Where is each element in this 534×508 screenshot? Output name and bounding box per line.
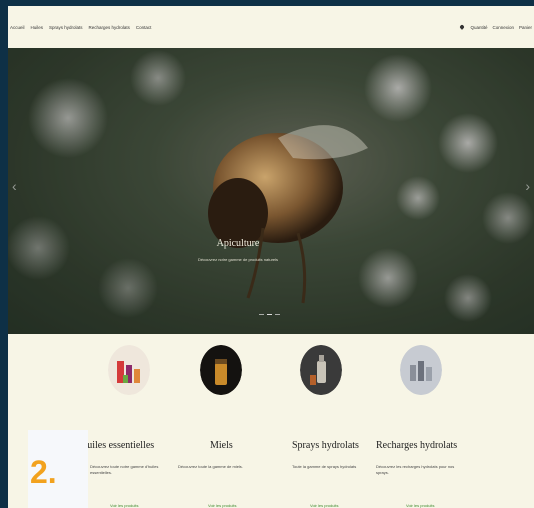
card-title: Recharges hydrolats (376, 440, 458, 451)
hero-title: Apiculture (216, 238, 260, 249)
carousel-next-icon[interactable]: › (525, 178, 530, 194)
card-title: Sprays hydrolats (292, 440, 359, 451)
nav-link-oils[interactable]: Huiles (31, 25, 44, 30)
card-essential-oils[interactable]: Huiles essentielles Découvrez toute notr… (80, 334, 190, 508)
carousel-dot-active[interactable] (267, 314, 272, 315)
card-title: Miels (210, 440, 233, 451)
nav-link-contact[interactable]: Contact (136, 25, 152, 30)
card-refills[interactable]: Recharges hydrolats Découvrez les rechar… (376, 334, 486, 508)
nav-cart[interactable]: Panier (519, 25, 532, 30)
hero-banner: Apiculture Découvrez notre gamme de prod… (8, 48, 534, 334)
hero-caption: Apiculture Découvrez notre gamme de prod… (158, 238, 318, 262)
step-number: 2. (30, 454, 57, 490)
carousel-dot[interactable] (275, 314, 280, 315)
hero-subtitle: Découvrez notre gamme de produits nature… (197, 257, 279, 262)
card-description: Toute la gamme de sprays hydrolats (292, 464, 357, 469)
step-number-badge: 2. (28, 430, 88, 508)
carousel-dot[interactable] (259, 314, 264, 315)
nav-login[interactable]: Connexion (492, 25, 514, 30)
card-title: Huiles essentielles (80, 440, 155, 451)
card-honey[interactable]: Miels Découvrez toute la gamme de miels.… (178, 334, 288, 508)
honey-jar-image (200, 345, 242, 395)
card-link[interactable]: Voir les produits (406, 503, 434, 508)
nav-right: Quantité Connexion Panier (459, 24, 534, 30)
carousel-prev-icon[interactable]: ‹ (12, 178, 17, 194)
spray-bottle-image (300, 345, 342, 395)
card-link[interactable]: Voir les produits (208, 503, 236, 508)
card-description: Découvrez les recharges hydrolats pour n… (376, 464, 455, 476)
nav-links: Accueil Huiles Sprays hydrolats Recharge… (8, 25, 151, 30)
card-link[interactable]: Voir les produits (110, 503, 138, 508)
nav-link-refills[interactable]: Recharges hydrolats (89, 25, 130, 30)
nav-link-home[interactable]: Accueil (10, 25, 25, 30)
hero-bee-image (8, 48, 534, 334)
card-description: Découvrez toute notre gamme d'huiles ess… (90, 464, 159, 476)
card-link[interactable]: Voir les produits (310, 503, 338, 508)
essential-oils-image (108, 345, 150, 395)
card-description: Découvrez toute la gamme de miels. (178, 464, 243, 469)
location-pin-icon (459, 24, 466, 30)
carousel-indicators (259, 314, 280, 315)
top-nav: Accueil Huiles Sprays hydrolats Recharge… (8, 6, 534, 48)
nav-quantity[interactable]: Quantité (470, 25, 487, 30)
nav-link-sprays[interactable]: Sprays hydrolats (49, 25, 83, 30)
card-sprays[interactable]: Sprays hydrolats Toute la gamme de spray… (280, 334, 390, 508)
refill-bottles-image (400, 345, 442, 395)
